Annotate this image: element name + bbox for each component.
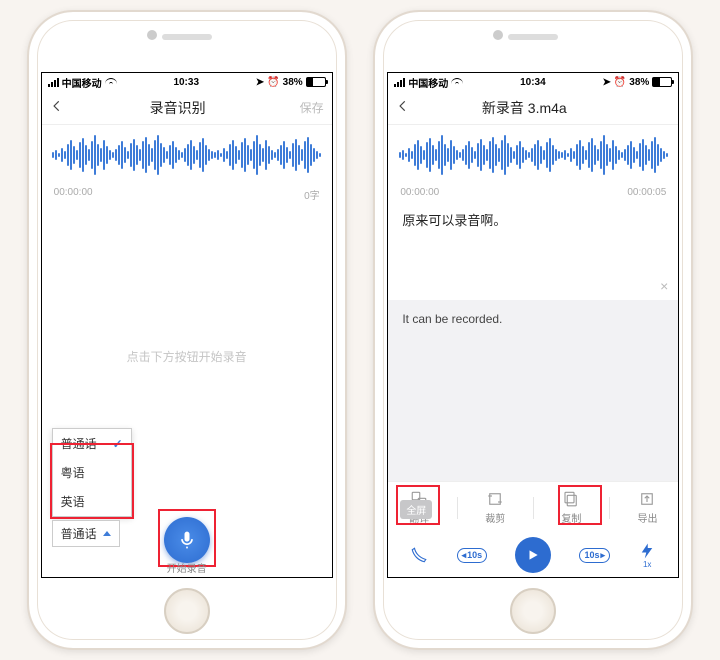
page-title: 新录音 3.m4a (482, 98, 567, 118)
copy-label: 复制 (561, 510, 581, 525)
word-count: 0字 (304, 187, 320, 202)
location-icon: ➤ (256, 77, 264, 88)
language-dropdown-label: 普通话 (61, 525, 97, 542)
nav-bar: 新录音 3.m4a (388, 91, 678, 125)
playback-row: ◂10s 10s▸ 1x (388, 533, 678, 577)
carrier-label: 中国移动 (408, 75, 448, 90)
speed-button[interactable]: 1x (638, 542, 656, 569)
phone-right: 中国移动 10:34 ➤ ⏰ 38% 新录音 3.m4a 00:00:00 00… (373, 10, 693, 650)
nav-bar: 录音识别 保存 (42, 91, 332, 125)
status-bar: 中国移动 10:34 ➤ ⏰ 38% (388, 73, 678, 91)
mic-label: 开始录音 (167, 560, 207, 575)
language-option[interactable]: 普通话✓ (53, 429, 131, 458)
export-icon (638, 490, 656, 508)
lightning-icon (638, 542, 656, 560)
body-area-left: 点击下方按钮开始录音 普通话✓粤语英语 普通话 开始录音 (42, 204, 332, 577)
home-button[interactable] (510, 588, 556, 634)
time-row: 00:00:00 0字 (42, 185, 332, 204)
translation-text: It can be recorded. (402, 312, 502, 326)
crop-label: 裁剪 (485, 510, 505, 525)
screen-right: 中国移动 10:34 ➤ ⏰ 38% 新录音 3.m4a 00:00:00 00… (387, 72, 679, 578)
copy-icon (562, 490, 580, 508)
wifi-icon (451, 78, 463, 87)
status-bar: 中国移动 10:33 ➤ ⏰ 38% (42, 73, 332, 91)
copy-button[interactable]: 复制 (555, 488, 587, 527)
close-icon[interactable]: × (660, 278, 668, 294)
check-icon: ✓ (113, 437, 123, 451)
crop-button[interactable]: 裁剪 (479, 488, 511, 527)
body-area-right: 原来可以录音啊。 × It can be recorded. 全屏 翻译 裁剪 (388, 200, 678, 577)
separator (457, 497, 458, 519)
battery-icon (306, 77, 326, 87)
alarm-icon: ⏰ (614, 77, 626, 88)
export-label: 导出 (637, 510, 657, 525)
page-title: 录音识别 (150, 98, 206, 118)
translation-box: × It can be recorded. (388, 300, 678, 380)
time-start: 00:00:00 (400, 187, 439, 198)
call-button[interactable] (410, 546, 428, 564)
transcript-text: 原来可以录音啊。 (388, 200, 678, 296)
chevron-left-icon (50, 99, 64, 113)
separator (609, 497, 610, 519)
cell-signal-icon (394, 78, 405, 87)
back-button[interactable] (50, 99, 64, 116)
separator (533, 497, 534, 519)
cell-signal-icon (48, 78, 59, 87)
clock: 10:33 (173, 77, 199, 88)
export-button[interactable]: 导出 (631, 488, 663, 527)
waveform[interactable] (388, 125, 678, 185)
play-button[interactable] (515, 537, 551, 573)
language-menu[interactable]: 普通话✓粤语英语 (52, 428, 132, 517)
wifi-icon (105, 78, 117, 87)
screen-left: 中国移动 10:33 ➤ ⏰ 38% 录音识别 保存 00:00:00 0字 点 (41, 72, 333, 578)
clock: 10:34 (520, 77, 546, 88)
chevron-up-icon (103, 531, 111, 536)
fullscreen-button[interactable]: 全屏 (400, 500, 432, 519)
waveform (42, 125, 332, 185)
mic-icon (177, 530, 197, 550)
language-option[interactable]: 粤语 (53, 458, 131, 487)
battery-percent: 38% (629, 77, 649, 88)
skip-forward-button[interactable]: 10s▸ (579, 548, 610, 563)
language-dropdown[interactable]: 普通话 (52, 520, 120, 547)
time-row: 00:00:00 00:00:05 (388, 185, 678, 200)
back-button[interactable] (396, 99, 410, 116)
location-icon: ➤ (602, 77, 610, 88)
phone-icon (410, 546, 428, 564)
spacer (388, 380, 678, 481)
home-button[interactable] (164, 588, 210, 634)
save-button[interactable]: 保存 (292, 99, 324, 116)
carrier-label: 中国移动 (62, 75, 102, 90)
time-left: 00:00:00 (54, 187, 93, 202)
play-icon (526, 548, 540, 562)
phone-left: 中国移动 10:33 ➤ ⏰ 38% 录音识别 保存 00:00:00 0字 点 (27, 10, 347, 650)
battery-percent: 38% (283, 77, 303, 88)
skip-back-button[interactable]: ◂10s (457, 548, 488, 563)
time-end: 00:00:05 (627, 187, 666, 198)
battery-icon (652, 77, 672, 87)
chevron-left-icon (396, 99, 410, 113)
mic-button[interactable] (164, 517, 210, 563)
alarm-icon: ⏰ (267, 77, 279, 88)
crop-icon (486, 490, 504, 508)
footer: 普通话 开始录音 (42, 509, 332, 577)
